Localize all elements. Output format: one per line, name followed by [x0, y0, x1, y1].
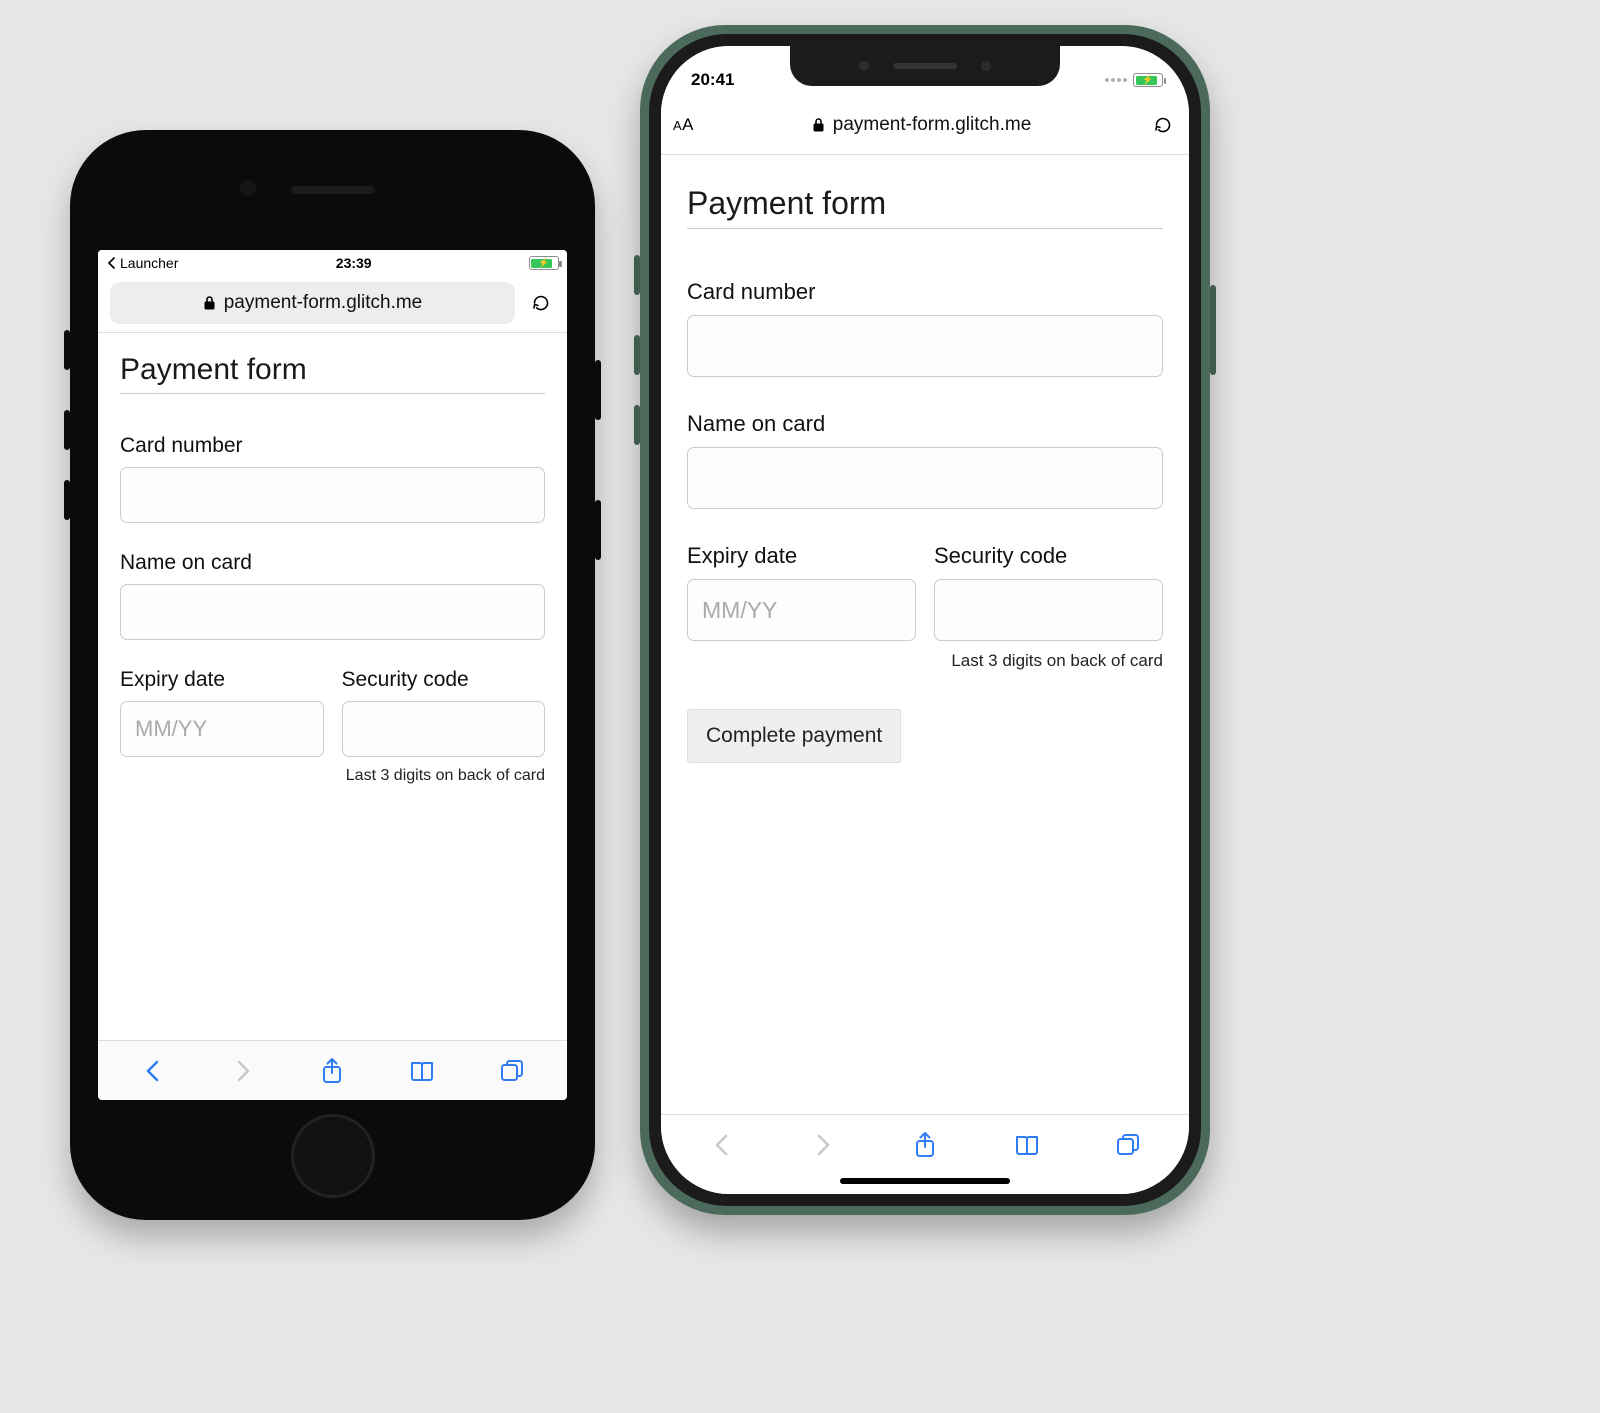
- status-time: 23:39: [336, 255, 372, 271]
- front-camera-icon: [859, 61, 869, 71]
- battery-icon: ⚡: [529, 256, 559, 270]
- back-to-app-label: Launcher: [120, 255, 178, 271]
- back-to-app-button[interactable]: Launcher: [106, 255, 178, 271]
- status-bar: Launcher 23:39 ⚡: [98, 250, 567, 276]
- url-domain: payment-form.glitch.me: [833, 114, 1032, 136]
- share-button[interactable]: [903, 1123, 947, 1167]
- page-content: Payment form Card number Name on card Ex…: [661, 155, 1189, 1114]
- page-title: Payment form: [687, 185, 1163, 229]
- safari-url-bar: AA payment-form.glitch.me: [661, 98, 1189, 155]
- forward-button[interactable]: [801, 1123, 845, 1167]
- reload-button[interactable]: [1149, 111, 1177, 139]
- iphone-8-device: Launcher 23:39 ⚡: [70, 130, 595, 1220]
- status-time: 20:41: [691, 70, 734, 90]
- expiry-date-label: Expiry date: [687, 543, 916, 569]
- bookmarks-button[interactable]: [400, 1049, 444, 1093]
- url-field[interactable]: payment-form.glitch.me: [706, 104, 1137, 146]
- security-code-label: Security code: [934, 543, 1163, 569]
- reload-button[interactable]: [527, 289, 555, 317]
- earpiece-speaker-icon: [291, 186, 375, 194]
- security-code-input[interactable]: [934, 579, 1163, 641]
- card-number-label: Card number: [120, 434, 545, 458]
- screen: 20:41 ⚡ A: [661, 46, 1189, 1194]
- forward-button[interactable]: [221, 1049, 265, 1093]
- page-title: Payment form: [120, 353, 545, 394]
- expiry-date-input[interactable]: [120, 701, 324, 757]
- share-button[interactable]: [310, 1049, 354, 1093]
- iphone-11-device: 20:41 ⚡ A: [640, 25, 1210, 1215]
- signal-icon: [1105, 78, 1127, 82]
- page-content: Payment form Card number Name on card Ex…: [98, 333, 567, 1040]
- complete-payment-button[interactable]: Complete payment: [687, 709, 901, 763]
- security-code-label: Security code: [342, 668, 546, 692]
- security-code-hint: Last 3 digits on back of card: [934, 651, 1163, 671]
- url-field[interactable]: payment-form.glitch.me: [110, 282, 515, 324]
- card-number-label: Card number: [687, 279, 1163, 305]
- screen: Launcher 23:39 ⚡: [98, 250, 567, 1100]
- safari-url-bar: payment-form.glitch.me: [98, 276, 567, 333]
- name-on-card-input[interactable]: [120, 584, 545, 640]
- url-domain: payment-form.glitch.me: [224, 292, 423, 314]
- name-on-card-label: Name on card: [687, 411, 1163, 437]
- bookmarks-button[interactable]: [1005, 1123, 1049, 1167]
- home-button[interactable]: [291, 1114, 375, 1198]
- safari-toolbar: [98, 1040, 567, 1100]
- front-camera-icon: [240, 180, 256, 196]
- battery-icon: ⚡: [1133, 73, 1163, 87]
- expiry-date-input[interactable]: [687, 579, 916, 641]
- text-size-button[interactable]: AA: [673, 115, 694, 135]
- sensor-icon: [981, 61, 991, 71]
- security-code-input[interactable]: [342, 701, 546, 757]
- tabs-button[interactable]: [490, 1049, 534, 1093]
- home-indicator[interactable]: [840, 1178, 1010, 1184]
- back-button[interactable]: [131, 1049, 175, 1093]
- security-code-hint: Last 3 digits on back of card: [342, 767, 546, 785]
- name-on-card-label: Name on card: [120, 551, 545, 575]
- lock-icon: [812, 117, 825, 133]
- lock-icon: [203, 295, 216, 311]
- back-button[interactable]: [700, 1123, 744, 1167]
- notch: [790, 46, 1060, 86]
- name-on-card-input[interactable]: [687, 447, 1163, 509]
- earpiece-speaker-icon: [893, 63, 957, 69]
- expiry-date-label: Expiry date: [120, 668, 324, 692]
- card-number-input[interactable]: [687, 315, 1163, 377]
- tabs-button[interactable]: [1106, 1123, 1150, 1167]
- card-number-input[interactable]: [120, 467, 545, 523]
